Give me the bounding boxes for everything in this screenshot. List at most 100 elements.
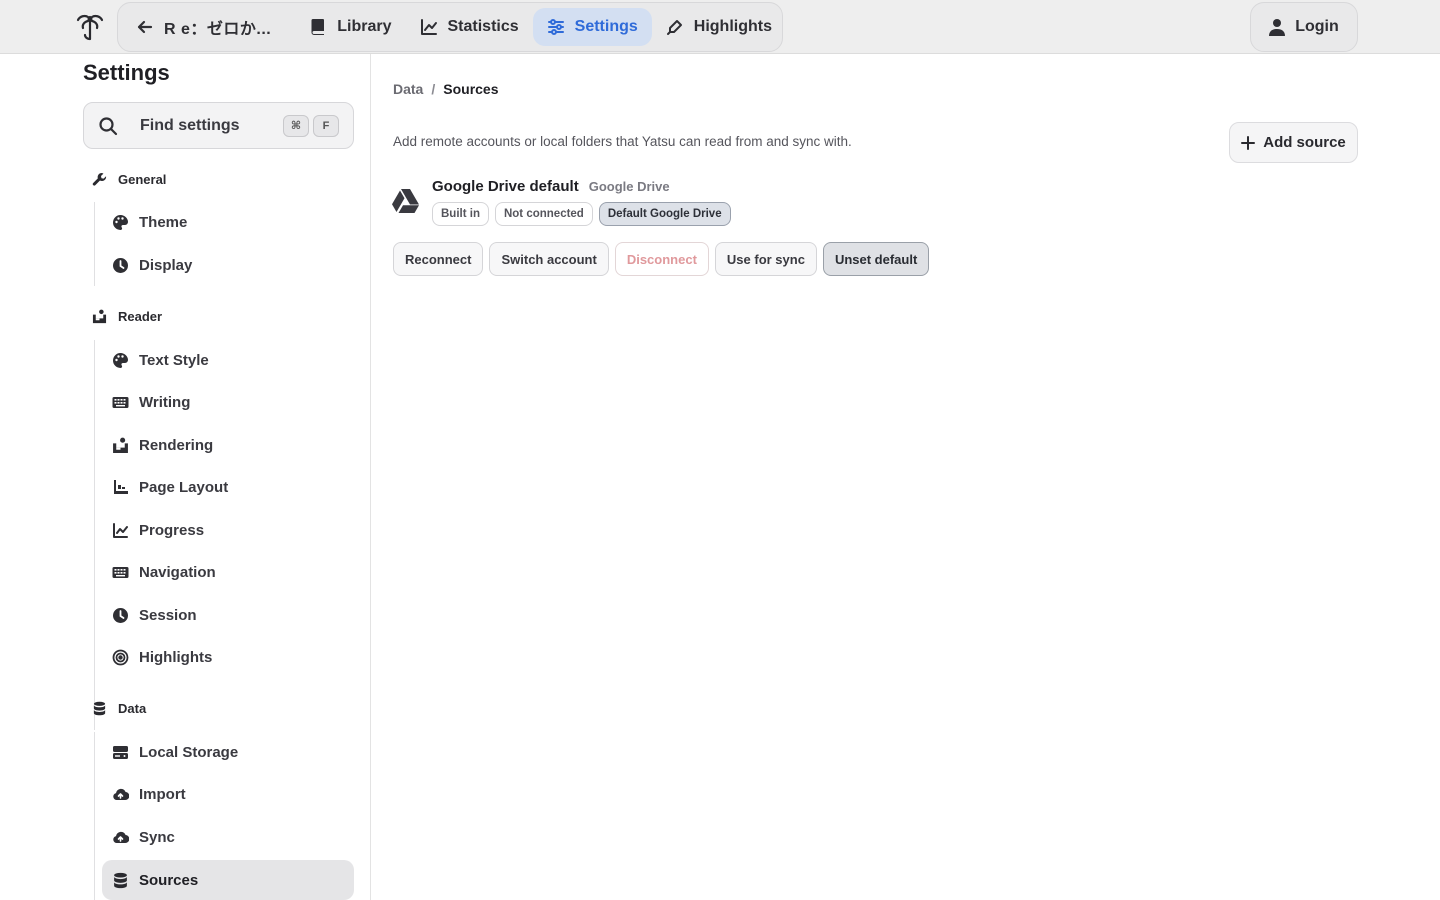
- sidebar-item-display[interactable]: Display: [102, 245, 354, 285]
- badge-not-connected: Not connected: [494, 202, 593, 226]
- nav-library[interactable]: Library: [295, 8, 405, 46]
- breadcrumb-sources: Sources: [443, 81, 499, 97]
- source-title: Google Drive default Google Drive: [432, 178, 670, 195]
- keyboard-icon: [112, 566, 129, 578]
- sidebar-item-sync[interactable]: Sync: [102, 817, 354, 857]
- database-icon: [114, 872, 127, 888]
- sliders-icon: [547, 19, 564, 35]
- hard-drive-icon: [113, 745, 128, 759]
- shortcut-key-f: F: [313, 114, 339, 137]
- breadcrumb-separator: /: [431, 81, 436, 97]
- clock-icon: [113, 607, 128, 623]
- sidebar-item-local-storage[interactable]: Local Storage: [102, 732, 354, 772]
- nav-statistics[interactable]: Statistics: [406, 8, 533, 46]
- login-label: Login: [1295, 18, 1339, 35]
- login-button[interactable]: Login: [1250, 2, 1358, 52]
- sidebar-item-label: Theme: [139, 213, 188, 231]
- nav-statistics-label: Statistics: [447, 18, 519, 35]
- nav-highlights[interactable]: Highlights: [652, 8, 786, 46]
- sidebar-item-sources[interactable]: Sources: [102, 860, 354, 900]
- sidebar-item-label: Rendering: [139, 436, 214, 454]
- arrow-left-icon: [137, 20, 153, 34]
- reconnect-button[interactable]: Reconnect: [393, 242, 484, 276]
- section-divider: [94, 340, 95, 730]
- chart-line-icon: [420, 19, 437, 35]
- layout-icon: [114, 479, 128, 494]
- nav-settings[interactable]: Settings: [532, 8, 652, 46]
- target-icon: [112, 649, 129, 665]
- current-book-title: R e：ゼロか...: [164, 21, 272, 38]
- sidebar-item-label: Page Layout: [139, 478, 229, 496]
- section-divider: [94, 732, 95, 900]
- reader-icon: [113, 437, 128, 453]
- sidebar-item-label: Sources: [139, 871, 199, 889]
- section-reader: Reader: [92, 309, 162, 324]
- source-actions: Reconnect Switch account Disconnect Use …: [393, 242, 935, 276]
- sidebar-item-label: Writing: [139, 393, 191, 411]
- sidebar-item-label: Local Storage: [139, 743, 239, 761]
- section-divider: [94, 202, 95, 286]
- find-settings-label: Find settings: [140, 116, 240, 134]
- sidebar-item-page-layout[interactable]: Page Layout: [102, 467, 354, 507]
- breadcrumb: Data / Sources: [393, 81, 499, 97]
- badge-default-google-drive: Default Google Drive: [598, 202, 731, 226]
- shortcut-key-cmd: ⌘: [283, 114, 309, 137]
- source-kind: Google Drive: [588, 179, 670, 194]
- switch-account-button[interactable]: Switch account: [489, 242, 609, 276]
- palette-icon: [113, 214, 128, 230]
- top-bar: R e：ゼロか... Library Statistics Settings H…: [0, 0, 1440, 54]
- settings-sidebar: Settings Find settings ⌘ F General Theme…: [0, 54, 371, 900]
- palette-icon: [113, 352, 128, 368]
- back-to-book-button[interactable]: R e：ゼロか...: [126, 8, 285, 46]
- google-drive-icon: [392, 189, 419, 213]
- sidebar-item-navigation[interactable]: Navigation: [102, 552, 354, 592]
- user-icon: [1269, 19, 1286, 36]
- section-data-label: Data: [118, 701, 147, 716]
- find-settings-input[interactable]: Find settings ⌘ F: [83, 102, 354, 149]
- clock-icon: [113, 257, 128, 273]
- badge-built-in: Built in: [432, 202, 489, 226]
- nav-library-label: Library: [337, 18, 392, 35]
- sidebar-item-rendering[interactable]: Rendering: [102, 425, 354, 465]
- nav-highlights-label: Highlights: [693, 18, 772, 35]
- sidebar-item-writing[interactable]: Writing: [102, 382, 354, 422]
- section-reader-label: Reader: [118, 309, 163, 324]
- keyboard-icon: [112, 396, 129, 408]
- database-icon: [93, 701, 106, 716]
- sidebar-heading: Settings: [83, 60, 170, 85]
- source-name: Google Drive default: [432, 178, 579, 195]
- sidebar-item-label: Display: [139, 256, 193, 274]
- sidebar-item-label: Progress: [139, 521, 205, 539]
- sidebar-item-label: Highlights: [139, 648, 213, 666]
- sidebar-item-progress[interactable]: Progress: [102, 510, 354, 550]
- cloud-upload-icon: [113, 788, 129, 800]
- use-for-sync-button[interactable]: Use for sync: [714, 242, 817, 276]
- sidebar-item-label: Sync: [139, 828, 175, 846]
- unset-default-button[interactable]: Unset default: [822, 242, 930, 276]
- cloud-upload-icon: [113, 831, 129, 843]
- disconnect-button[interactable]: Disconnect: [614, 242, 709, 276]
- page-description: Add remote accounts or local folders tha…: [393, 134, 852, 149]
- sidebar-item-import[interactable]: Import: [102, 774, 354, 814]
- search-icon: [99, 116, 118, 135]
- highlighter-icon: [666, 20, 682, 35]
- wrench-icon: [92, 172, 107, 186]
- sidebar-item-label: Import: [139, 785, 186, 803]
- sidebar-item-label: Navigation: [139, 563, 216, 581]
- reader-icon: [92, 309, 107, 324]
- sidebar-item-highlights[interactable]: Highlights: [102, 637, 354, 677]
- chart-line-icon: [113, 522, 128, 538]
- source-badges: Built in Not connected Default Google Dr…: [432, 202, 737, 226]
- sidebar-item-text-style[interactable]: Text Style: [102, 340, 354, 380]
- section-general-label: General: [118, 172, 167, 187]
- breadcrumb-data[interactable]: Data: [393, 81, 423, 97]
- nav-settings-label: Settings: [574, 18, 638, 35]
- app-logo-icon[interactable]: [74, 11, 106, 43]
- add-source-button[interactable]: Add source: [1229, 122, 1358, 163]
- book-icon: [311, 19, 325, 35]
- sidebar-item-session[interactable]: Session: [102, 595, 354, 635]
- section-data: Data: [92, 701, 146, 716]
- sidebar-item-theme[interactable]: Theme: [102, 202, 354, 242]
- plus-icon: [1241, 135, 1256, 150]
- main-nav: R e：ゼロか... Library Statistics Settings H…: [117, 2, 783, 52]
